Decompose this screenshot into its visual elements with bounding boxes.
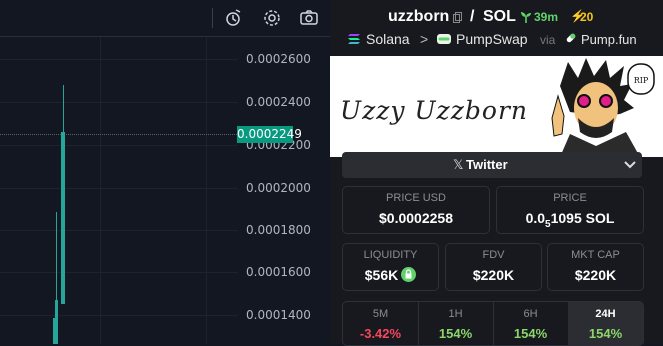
rip-badge: RIP xyxy=(634,76,649,85)
token-title: uzzborn / SOL 39m ⚡ 20 xyxy=(330,6,663,28)
settings-icon[interactable] xyxy=(262,8,282,28)
camera-icon[interactable] xyxy=(299,8,319,28)
tab-change: 154% xyxy=(588,326,623,341)
mkt-cap-value: $220K xyxy=(574,267,617,283)
twitter-button[interactable]: 𝕏 Twitter xyxy=(342,152,640,178)
breadcrumb: Solana > PumpSwap via Pump.fun xyxy=(330,30,663,50)
candle xyxy=(53,318,55,344)
current-price-line xyxy=(0,134,237,135)
via-label: via xyxy=(540,33,556,47)
twitter-label: Twitter xyxy=(466,157,508,172)
price-change-tabs: 5M -3.42% 1H 154% 6H 154% 24H 154% xyxy=(342,301,644,346)
candle xyxy=(55,300,58,344)
launchpad-link[interactable]: Pump.fun xyxy=(581,32,637,47)
x-icon: 𝕏 xyxy=(453,157,464,172)
indicator-icon[interactable] xyxy=(224,8,244,28)
tab-change: -3.42% xyxy=(359,326,402,341)
tab-1h[interactable]: 1H 154% xyxy=(418,302,494,345)
tab-label: 1H xyxy=(448,308,463,320)
boost-count: 20 xyxy=(580,10,594,24)
price-axis: 0.0002600 0.0002400 0.0002200 0.0002000 … xyxy=(238,37,330,344)
fdv-label: FDV xyxy=(482,249,505,261)
price-tick: 0.0001600 xyxy=(246,265,311,279)
token-banner: Uzzy Uzzborn RIP xyxy=(330,56,663,157)
price-usd-value: $0.0002258 xyxy=(379,210,453,226)
price-tick: 0.0002400 xyxy=(246,95,311,109)
pumpswap-icon xyxy=(437,34,451,44)
tab-label: 24H xyxy=(595,308,616,320)
price-tick: 0.0001800 xyxy=(246,223,311,237)
fdv-card: FDV $220K xyxy=(445,243,542,291)
token-info-panel: uzzborn / SOL 39m ⚡ 20 Solana > PumpSwap… xyxy=(330,0,663,344)
candle xyxy=(61,132,65,304)
banner-character-image: RIP xyxy=(551,58,655,157)
tab-5m[interactable]: 5M -3.42% xyxy=(343,302,419,345)
copy-icon[interactable] xyxy=(453,12,462,23)
chart-toolbar xyxy=(0,0,330,37)
dex-link[interactable]: PumpSwap xyxy=(456,31,528,47)
price-chart[interactable]: 0.0002600 0.0002400 0.0002200 0.0002000 … xyxy=(0,0,330,344)
chain-link[interactable]: Solana xyxy=(366,31,410,47)
expand-socials-button[interactable] xyxy=(618,152,642,178)
pill-icon xyxy=(566,33,576,43)
breadcrumb-separator: > xyxy=(420,31,429,47)
lock-icon[interactable] xyxy=(401,267,417,282)
tab-label: 6H xyxy=(523,308,538,320)
mkt-cap-card: MKT CAP $220K xyxy=(547,243,644,291)
tab-change: 154% xyxy=(513,326,548,341)
price-tick: 0.0002000 xyxy=(246,181,311,195)
price-tick: 0.0001400 xyxy=(246,308,311,322)
chevron-down-icon xyxy=(624,161,636,169)
pair-separator: / xyxy=(470,8,475,25)
price-tick: 0.0002600 xyxy=(246,52,311,66)
tab-6h[interactable]: 6H 154% xyxy=(493,302,569,345)
mkt-cap-label: MKT CAP xyxy=(571,249,620,261)
tab-label: 5M xyxy=(372,308,389,320)
liquidity-value: $56K xyxy=(364,267,399,283)
price-usd-card: PRICE USD $0.0002258 xyxy=(342,186,490,234)
pair-age: 39m xyxy=(534,10,559,24)
sprout-icon xyxy=(521,12,531,23)
liquidity-label: LIQUIDITY xyxy=(363,249,418,261)
toolbar-divider xyxy=(212,8,213,28)
solana-icon xyxy=(348,34,360,44)
candle-wick xyxy=(63,85,64,135)
liquidity-value-wrap: $56K xyxy=(343,267,438,283)
price-usd-label: PRICE USD xyxy=(386,192,446,204)
fdv-value: $220K xyxy=(472,267,515,283)
token-name: uzzborn xyxy=(388,8,450,25)
price-native-value: 0.051095 SOL xyxy=(525,210,615,230)
current-price-label: 0.0002249 xyxy=(237,126,302,143)
banner-text: Uzzy Uzzborn xyxy=(340,96,529,125)
liquidity-card: LIQUIDITY $56K xyxy=(342,243,439,291)
tab-24h[interactable]: 24H 154% xyxy=(568,302,643,345)
tab-change: 154% xyxy=(438,326,473,341)
price-native-card: PRICE 0.051095 SOL xyxy=(496,186,644,234)
price-native-label: PRICE xyxy=(553,192,587,204)
quote-token: SOL xyxy=(483,8,516,25)
